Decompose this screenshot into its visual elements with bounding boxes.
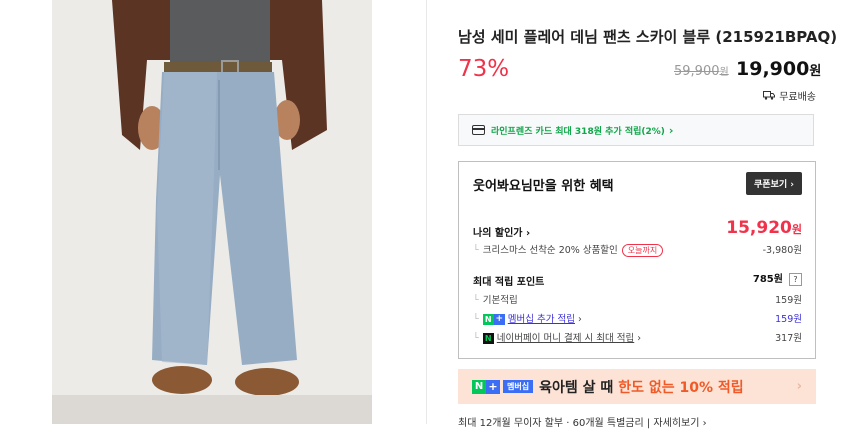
naver-n-icon: N [472,379,486,394]
benefit-box: 웃어봐요님만을 위한 혜택 쿠폰보기 › 나의 할인가 › 15,920원 └ 크… [458,161,816,359]
chevron-right-icon: › [578,314,582,325]
membership-points-row: └ N + 멤버십 추가 적립 › [473,311,582,325]
npay-icon: N [482,333,494,344]
max-points-row: 785원 ? [753,270,802,286]
membership-points-value: 159원 [775,314,802,325]
my-discount-price-unit: 원 [791,223,802,236]
sub-item-mark: └ [473,295,479,306]
help-icon[interactable]: ? [789,273,802,286]
discount-rate: 73% [458,56,510,82]
basic-points-label: 기본적립 [482,295,518,306]
sub-item-mark: └ [473,314,479,325]
column-divider [426,0,427,424]
truck-icon [763,91,776,100]
promo-text: 육아템 살 때 [539,379,614,396]
card-icon [472,125,485,135]
basic-points-value: 159원 [775,295,802,306]
npay-points-link[interactable]: 네이버페이 머니 결제 시 최대 적립 [497,333,634,344]
sub-item-mark: └ [473,333,479,344]
max-points-label: 최대 적립 포인트 [473,277,545,288]
my-discount-link[interactable]: 나의 할인가 › [473,224,530,239]
promo-highlight: 한도 없는 10% 적립 [618,379,744,396]
membership-tag: 멤버십 [503,380,534,393]
naver-n-icon: N [482,314,494,325]
shipping-info: 무료배송 [763,88,816,103]
coupon-button-label: 쿠폰보기 [754,180,788,190]
original-price-value: 59,900 [674,64,720,79]
sub-item-mark: └ [473,245,479,256]
promo-banner[interactable]: N + 멤버십 육아템 살 때 한도 없는 10% 적립 › [458,369,816,404]
shipping-label: 무료배송 [779,92,816,103]
christmas-discount-label: 크리스마스 선착순 20% 상품할인 [482,245,618,256]
npay-points-row: └ N 네이버페이 머니 결제 시 최대 적립 › [473,330,641,344]
max-points-value: 785원 [752,274,783,285]
christmas-discount-amount: -3,980원 [762,245,802,256]
my-discount-price-value: 15,920 [726,218,792,238]
chevron-right-icon: › [668,123,674,137]
card-benefit-banner[interactable]: 라인프렌즈 카드 최대 318원 추가 적립(2%) › [458,114,814,146]
product-photo-illustration [52,0,372,424]
sale-price-value: 19,900 [736,58,810,80]
original-price: 59,900원 [674,63,729,79]
npay-points-value: 317원 [775,333,802,344]
membership-plus-icon: + [493,314,505,325]
chevron-right-icon: › [790,180,794,190]
membership-plus-icon: + [486,379,500,394]
original-price-unit: 원 [719,67,729,78]
my-discount-price: 15,920원 [726,218,802,238]
membership-points-link[interactable]: 멤버십 추가 적립 [508,314,575,325]
benefit-title: 웃어봐요님만을 위한 혜택 [473,179,614,194]
today-only-tag: 오늘까지 [621,244,664,257]
coupon-button[interactable]: 쿠폰보기 › [746,172,802,195]
installment-info[interactable]: 최대 12개월 무이자 할부 · 60개월 특별금리 | 자세히보기 › [458,414,707,429]
sale-price: 19,900원 [736,58,821,80]
chevron-right-icon: › [525,228,531,239]
product-photo [52,0,372,424]
chevron-right-icon: › [637,333,642,344]
sale-price-unit: 원 [809,64,822,79]
product-title: 남성 세미 플레어 데님 팬츠 스카이 블루 (215921BPAQ) [458,28,838,46]
basic-points-row: └ 기본적립 [473,292,518,306]
card-benefit-text: 라인프렌즈 카드 최대 318원 추가 적립(2%) [491,126,665,137]
my-discount-label: 나의 할인가 [473,228,523,239]
chevron-right-icon: › [796,379,802,394]
christmas-discount-row: └ 크리스마스 선착순 20% 상품할인 오늘까지 [473,242,664,257]
